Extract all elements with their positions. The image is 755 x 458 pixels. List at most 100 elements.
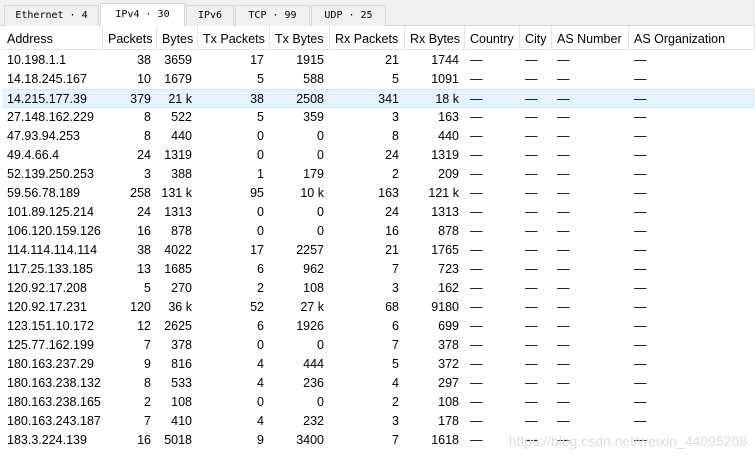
table-row[interactable]: 59.56.78.189 258 131 k 95 10 k 163 121 k — — — — [2,184,755,203]
tab-ethernet[interactable]: Ethernet · 4 [4,5,99,26]
tab-ipv4[interactable]: IPv4 · 30 [100,3,185,27]
cell-as-organization: — [634,72,647,86]
cell-country: — [470,92,483,106]
table-row[interactable]: 101.89.125.214 24 1313 0 0 24 1313 — — — — [2,203,755,222]
table-row[interactable]: 120.92.17.208 5 270 2 108 3 162 — — — — [2,279,755,298]
table-row[interactable]: 180.163.238.165 2 108 0 0 2 108 — — — — [2,393,755,412]
cell-rx-packets: 7 [392,433,399,447]
cell-as-organization: — [634,338,647,352]
cell-tx-bytes: 0 [317,338,324,352]
table-row[interactable]: 180.163.238.132 8 533 4 236 4 297 — — — — [2,374,755,393]
column-header-label: AS Number [557,32,622,46]
tab-tcp[interactable]: TCP · 99 [235,5,310,26]
table-row[interactable]: 14.18.245.167 10 1679 5 588 5 1091 — — — — [2,70,755,89]
table-row[interactable]: 114.114.114.114 38 4022 17 2257 21 1765 — — — — [2,241,755,260]
table-row[interactable]: 123.151.10.172 12 2625 6 1926 6 699 — — — — [2,317,755,336]
cell-as-organization: — [634,281,647,295]
cell-tx-bytes: 359 [303,110,324,124]
cell-as-number: — [557,205,570,219]
column-header-city[interactable]: City [520,26,552,50]
cell-city: — [525,129,538,143]
cell-packets: 16 [137,433,151,447]
cell-tx-packets: 0 [257,395,264,409]
cell-rx-bytes: 723 [438,262,459,276]
cell-as-number: — [557,129,570,143]
cell-city: — [525,110,538,124]
cell-city: — [525,414,538,428]
cell-tx-bytes: 0 [317,395,324,409]
cell-tx-packets: 5 [257,110,264,124]
cell-city: — [525,224,538,238]
cell-as-number: — [557,53,570,67]
cell-tx-packets: 0 [257,205,264,219]
cell-tx-packets: 6 [257,262,264,276]
cell-rx-bytes: 209 [438,167,459,181]
cell-tx-packets: 0 [257,129,264,143]
table-row[interactable]: 49.4.66.4 24 1319 0 0 24 1319 — — — — [2,146,755,165]
column-header-rx-bytes[interactable]: Rx Bytes [405,26,465,50]
column-header-bytes[interactable]: Bytes [157,26,198,50]
cell-city: — [525,262,538,276]
cell-address: 101.89.125.214 [7,205,94,219]
column-header-rx-packets[interactable]: Rx Packets [330,26,405,50]
cell-as-number: — [557,281,570,295]
cell-address: 180.163.243.187 [7,414,101,428]
column-header-tx-bytes[interactable]: Tx Bytes [270,26,330,50]
cell-tx-bytes: 10 k [300,186,324,200]
column-header-address[interactable]: Address^ [2,26,103,50]
cell-rx-bytes: 1091 [431,72,459,86]
table-row[interactable]: 10.198.1.1 38 3659 17 1915 21 1744 — — — — [2,51,755,70]
table-row[interactable]: 180.163.237.29 9 816 4 444 5 372— — — — [2,355,755,374]
cell-city: — [525,243,538,257]
column-header-as-organization[interactable]: AS Organization [629,26,755,50]
cell-bytes: 440 [171,129,192,143]
table-row[interactable]: 117.25.133.185 13 1685 6 962 7 723 — — — — [2,260,755,279]
table-row[interactable]: 27.148.162.229 8 522 5 359 3 163 — — — — [2,108,755,127]
cell-as-number: — [557,300,570,314]
table-row[interactable]: 52.139.250.253 3 388 1 179 2 209 — — — — [2,165,755,184]
cell-bytes: 2625 [164,319,192,333]
cell-as-number: — [557,167,570,181]
cell-country: — [470,186,483,200]
cell-bytes: 4022 [164,243,192,257]
cell-tx-packets: 52 [250,300,264,314]
cell-tx-bytes: 588 [303,72,324,86]
ipv4-conversation-table[interactable]: Address^ Packets Bytes Tx Packets Tx Bytes Rx… [2,26,755,458]
tab-ipv6[interactable]: IPv6 [186,5,234,26]
cell-as-organization: — [634,92,647,106]
column-header-label: Tx Packets [203,32,265,46]
table-row[interactable]: 106.120.159.126 16 878 0 0 16 878 — — — — [2,222,755,241]
cell-as-number: — [557,338,570,352]
cell-tx-bytes: 1926 [296,319,324,333]
column-header-tx-packets[interactable]: Tx Packets [198,26,270,50]
table-row[interactable]: 125.77.162.199 7 378 0 0 7 378 — — — — [2,336,755,355]
column-header-as-number[interactable]: AS Number [552,26,629,50]
cell-address: 106.120.159.126 [7,224,101,238]
cell-rx-packets: 341 [378,92,399,106]
table-row[interactable]: 180.163.243.187 7 410 4 232 3 178 — — — — [2,412,755,431]
tab-udp[interactable]: UDP · 25 [311,5,386,26]
cell-tx-packets: 5 [257,72,264,86]
column-header-packets[interactable]: Packets [103,26,157,50]
table-row[interactable]: 47.93.94.253 8 440 0 0 8 440 — — — — [2,127,755,146]
cell-tx-bytes: 2508 [296,92,324,106]
cell-rx-packets: 2 [392,167,399,181]
table-row[interactable]: 120.92.17.231 120 36 k 52 27 k 68 9180 — — — — [2,298,755,317]
cell-rx-bytes: 108 [438,395,459,409]
cell-as-number: — [557,243,570,257]
cell-rx-packets: 3 [392,110,399,124]
cell-city: — [525,281,538,295]
cell-packets: 2 [144,395,151,409]
cell-rx-packets: 7 [392,338,399,352]
cell-rx-packets: 21 [385,243,399,257]
cell-rx-bytes: 699 [438,319,459,333]
cell-bytes: 378 [171,338,192,352]
cell-rx-packets: 8 [392,129,399,143]
cell-bytes: 1313 [164,205,192,219]
cell-address: 180.163.238.132 [7,376,101,390]
cell-country: — [470,53,483,67]
table-row[interactable]: 14.215.177.39 379 21 k 38 2508 341 18 k — — — — [2,89,755,108]
column-header-country[interactable]: Country [465,26,520,50]
cell-rx-packets: 68 [385,300,399,314]
cell-tx-bytes: 3400 [296,433,324,447]
